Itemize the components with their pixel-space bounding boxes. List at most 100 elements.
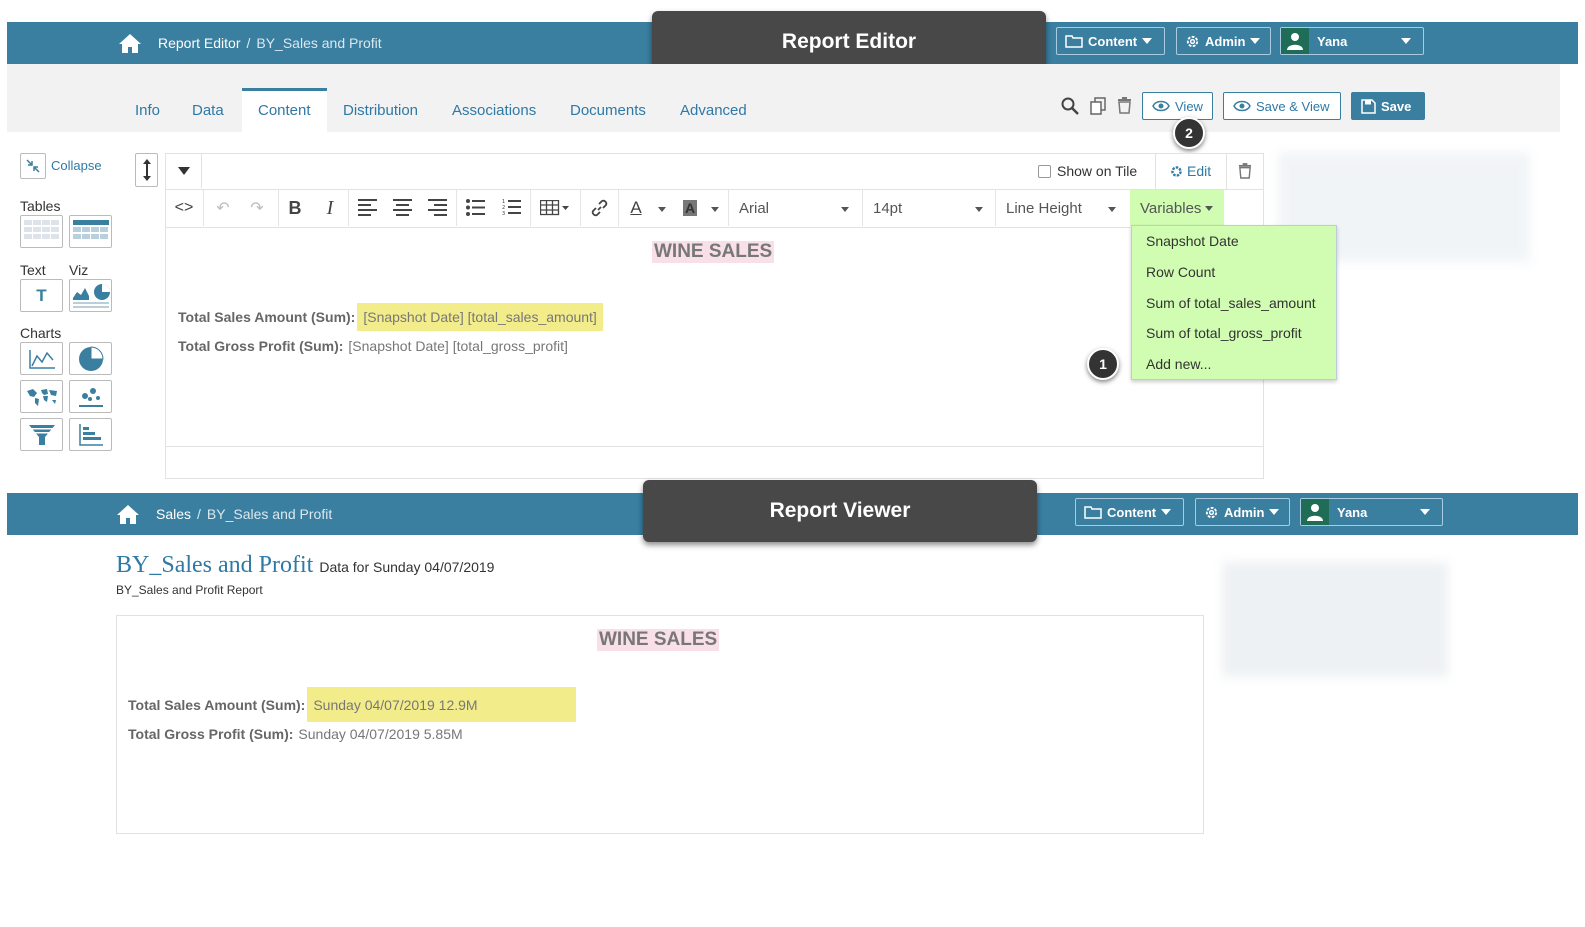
line-height-select[interactable]: Line Height <box>1006 193 1121 223</box>
collapse-label[interactable]: Collapse <box>51 158 102 173</box>
edit-button[interactable]: Edit <box>1170 163 1211 179</box>
chevron-down-icon <box>975 207 983 212</box>
source-code-icon[interactable]: <> <box>172 193 196 223</box>
toolbar-separator <box>580 190 581 226</box>
tab-info[interactable]: Info <box>135 102 160 119</box>
tables-label: Tables <box>20 198 61 214</box>
pie-chart-tile[interactable] <box>69 342 112 375</box>
map-chart-tile[interactable] <box>20 380 63 413</box>
sales-label: Total Sales Amount (Sum): <box>128 696 306 713</box>
menu-item-sum-profit[interactable]: Sum of total_gross_profit <box>1146 325 1302 341</box>
content-menu-label: Content <box>1107 504 1157 520</box>
background-color-icon[interactable]: A <box>680 193 700 223</box>
trash-icon[interactable] <box>1238 163 1252 179</box>
report-title: BY_Sales and Profit <box>116 552 314 578</box>
italic-icon[interactable]: I <box>320 193 340 223</box>
background-color-dropdown-caret[interactable] <box>711 207 719 212</box>
line-chart-icon <box>28 349 55 369</box>
report-description: BY_Sales and Profit Report <box>116 583 263 597</box>
table-plain-tile[interactable] <box>20 215 63 248</box>
toolbar-border <box>166 189 1263 190</box>
tab-content[interactable]: Content <box>242 88 327 132</box>
tab-data[interactable]: Data <box>192 102 224 119</box>
chevron-down-icon <box>1420 509 1430 515</box>
save-button[interactable]: Save <box>1351 92 1425 120</box>
toolbar-separator <box>278 190 279 226</box>
variables-dropdown[interactable]: Variables <box>1130 190 1224 226</box>
report-viewer-callout: Report Viewer <box>643 480 1037 542</box>
toolbar-separator <box>995 190 996 226</box>
content-menu-button[interactable]: Content <box>1056 27 1165 55</box>
scatter-chart-tile[interactable] <box>69 380 112 413</box>
editor-options-toggle[interactable] <box>166 154 202 188</box>
text-color-icon[interactable]: A <box>626 193 646 223</box>
breadcrumb-separator: / <box>197 506 201 522</box>
menu-item-sum-sales[interactable]: Sum of total_sales_amount <box>1146 295 1316 311</box>
table-styled-tile[interactable] <box>69 215 112 248</box>
trash-icon[interactable] <box>1117 97 1132 114</box>
undo-icon[interactable]: ↶ <box>212 193 234 223</box>
menu-item-row-count[interactable]: Row Count <box>1146 264 1215 280</box>
tab-distribution[interactable]: Distribution <box>343 102 418 119</box>
bar-chart-tile[interactable] <box>69 418 112 451</box>
view-button-label: View <box>1175 98 1203 114</box>
align-right-icon[interactable] <box>428 199 447 216</box>
link-icon[interactable] <box>590 199 609 217</box>
resize-handle[interactable] <box>135 153 158 187</box>
show-on-tile-label[interactable]: Show on Tile <box>1057 163 1137 179</box>
content-menu-button[interactable]: Content <box>1075 498 1184 526</box>
horizontal-bar-chart-icon <box>78 423 103 446</box>
search-icon[interactable] <box>1061 97 1079 115</box>
align-left-icon[interactable] <box>358 199 377 216</box>
collapse-button[interactable] <box>20 153 46 179</box>
profit-value: Sunday 04/07/2019 5.85M <box>298 726 463 742</box>
menu-item-snapshot-date[interactable]: Snapshot Date <box>1146 233 1239 249</box>
viz-tile[interactable] <box>69 279 112 312</box>
breadcrumb-root[interactable]: Report Editor <box>158 35 240 51</box>
admin-menu-button[interactable]: Admin <box>1176 27 1271 55</box>
font-family-value: Arial <box>739 199 770 217</box>
bullet-list-icon[interactable] <box>466 199 485 216</box>
chevron-down-icon <box>1250 38 1261 44</box>
viewer-breadcrumb: Sales / BY_Sales and Profit <box>116 501 332 527</box>
home-icon[interactable] <box>116 503 140 525</box>
redo-icon[interactable]: ↷ <box>246 193 268 223</box>
text-t-icon: T <box>36 285 47 305</box>
table-insert-icon[interactable] <box>540 200 570 216</box>
user-menu-button[interactable]: Yana <box>1300 498 1443 526</box>
admin-menu-button[interactable]: Admin <box>1195 498 1290 526</box>
copy-icon[interactable] <box>1090 97 1107 115</box>
breadcrumb-root[interactable]: Sales <box>156 506 191 522</box>
save-and-view-button[interactable]: Save & View <box>1223 92 1341 120</box>
align-center-icon[interactable] <box>393 199 412 216</box>
line-chart-tile[interactable] <box>20 342 63 375</box>
bold-icon[interactable]: B <box>285 193 305 223</box>
chevron-down-icon <box>1108 207 1116 212</box>
tab-associations[interactable]: Associations <box>452 102 536 119</box>
tab-advanced[interactable]: Advanced <box>680 102 747 119</box>
pie-chart-icon <box>78 345 104 371</box>
folder-icon <box>1065 35 1083 48</box>
text-color-dropdown-caret[interactable] <box>658 207 666 212</box>
toolbar-separator <box>456 190 457 226</box>
funnel-chart-tile[interactable] <box>20 418 63 451</box>
save-button-label: Save <box>1381 98 1412 114</box>
home-icon[interactable] <box>118 32 142 54</box>
show-on-tile-checkbox[interactable] <box>1038 165 1051 178</box>
charts-label: Charts <box>20 325 62 341</box>
chevron-down-icon <box>1205 205 1214 211</box>
chevron-down-icon <box>1401 38 1411 44</box>
font-size-select[interactable]: 14pt <box>873 193 988 223</box>
menu-item-add-new[interactable]: Add new... <box>1146 356 1211 372</box>
svg-text:3: 3 <box>502 211 505 217</box>
gear-icon <box>1205 506 1218 518</box>
text-tile[interactable]: T <box>20 279 63 312</box>
view-button[interactable]: View <box>1142 92 1213 120</box>
table-header-icon <box>72 219 109 239</box>
admin-menu-label: Admin <box>1224 504 1265 520</box>
user-menu-button[interactable]: Yana <box>1280 27 1424 55</box>
numbered-list-icon[interactable]: 123 <box>502 198 521 217</box>
tab-documents[interactable]: Documents <box>570 102 646 119</box>
admin-menu-label: Admin <box>1205 33 1246 49</box>
funnel-icon <box>28 424 55 445</box>
